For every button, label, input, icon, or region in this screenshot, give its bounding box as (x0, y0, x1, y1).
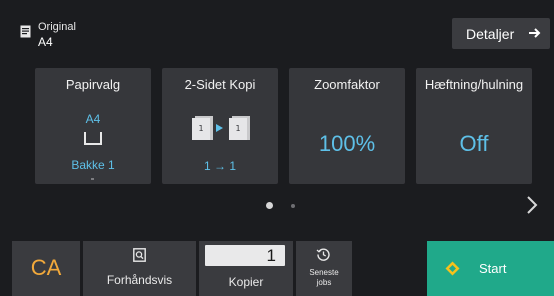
document-icon (20, 25, 31, 38)
svg-text:1: 1 (235, 124, 240, 133)
details-button-label: Detaljer (466, 25, 515, 42)
paper-select-tile[interactable]: Papirvalg A4 Bakke 1 (35, 68, 151, 184)
duplex-copy-value: 1 → 1 (203, 159, 236, 173)
staple-punch-value: Off (459, 131, 489, 156)
paper-tray-icon (84, 132, 102, 145)
recent-jobs-label: Seneste jobs (296, 268, 352, 288)
staple-punch-title: Hæftning/hulning (424, 77, 524, 92)
page-indicator-inactive[interactable] (291, 204, 295, 208)
start-label: Start (479, 261, 507, 276)
duplex-copy-title: 2-Sidet Kopi (184, 77, 256, 92)
copies-label: Kopier (228, 275, 264, 289)
recent-jobs-button[interactable]: Seneste jobs (296, 241, 352, 296)
preview-icon (133, 248, 146, 262)
original-size: A4 (38, 35, 53, 49)
zoom-title: Zoomfaktor (314, 77, 380, 92)
history-icon (316, 248, 330, 261)
copies-button[interactable]: 1 Kopier (199, 241, 293, 296)
preview-button[interactable]: Forhåndsvis (83, 241, 196, 296)
start-diamond-icon (445, 261, 460, 276)
clear-all-label: CA (30, 255, 62, 280)
paper-select-title: Papirvalg (65, 77, 121, 92)
copies-value: 1 (266, 246, 276, 265)
paper-tray-value: Bakke 1 (71, 158, 115, 172)
recent-jobs-label-line1: Seneste (309, 268, 339, 277)
chevron-right-icon[interactable] (526, 195, 538, 215)
original-label: Original (38, 21, 76, 33)
duplex-copy-icon: 1 1 (192, 116, 250, 140)
svg-text:1: 1 (198, 124, 203, 133)
zoom-value: 100% (318, 131, 376, 156)
details-button[interactable]: Detaljer (452, 18, 550, 49)
staple-punch-tile[interactable]: Hæftning/hulning Off (416, 68, 532, 184)
clear-all-button[interactable]: CA (12, 241, 80, 296)
duplex-copy-tile[interactable]: 2-Sidet Kopi 1 1 1 → 1 (162, 68, 278, 184)
arrow-right-icon (529, 28, 541, 38)
recent-jobs-label-line2: jobs (316, 278, 332, 287)
paper-size-value: A4 (85, 112, 101, 126)
copies-field[interactable]: 1 (205, 245, 285, 266)
scroll-indicator (91, 178, 94, 180)
start-button[interactable]: Start (427, 241, 554, 296)
zoom-tile[interactable]: Zoomfaktor 100% (289, 68, 405, 184)
preview-label: Forhåndsvis (106, 273, 173, 287)
page-indicator-active (266, 202, 273, 209)
